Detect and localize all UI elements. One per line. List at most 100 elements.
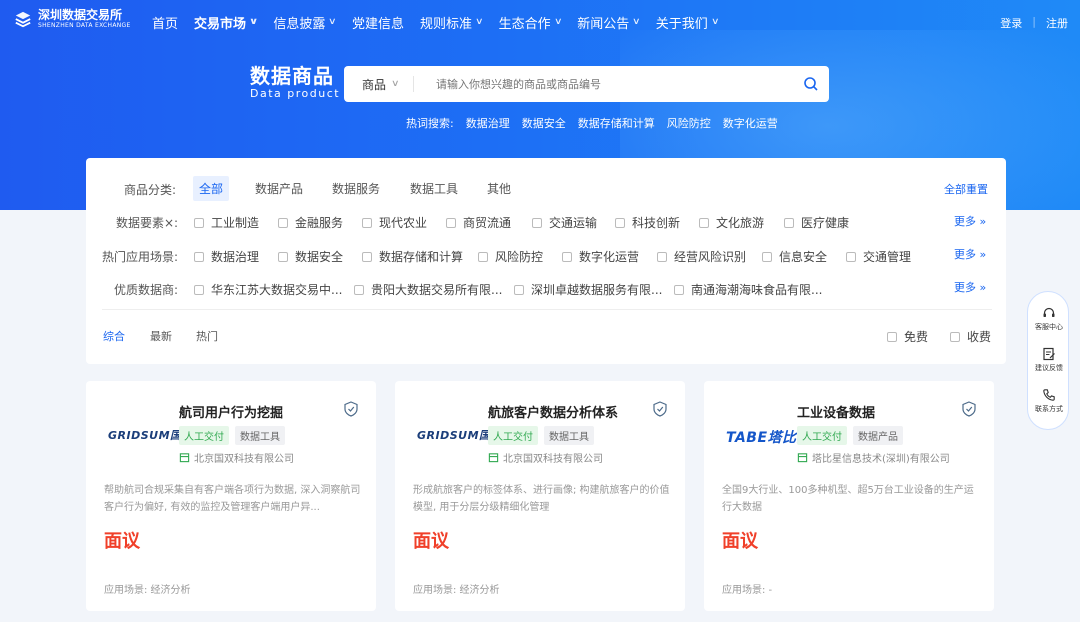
checkbox-box[interactable] xyxy=(950,331,960,342)
hot-word[interactable]: 数据治理 xyxy=(466,115,510,131)
company-info: 北京国双科技有限公司 xyxy=(488,450,603,465)
paid-checkbox[interactable]: 收费 xyxy=(950,328,991,345)
element-checkbox[interactable]: 金融服务 xyxy=(278,214,343,231)
checkbox-box[interactable] xyxy=(762,251,772,262)
element-checkbox[interactable]: 科技创新 xyxy=(615,214,680,231)
scenario-checkbox[interactable]: 数字化运营 xyxy=(562,248,639,265)
checkbox-box[interactable] xyxy=(478,251,488,262)
vendor-checkbox[interactable]: 南通海潮海味食品有限... xyxy=(674,281,822,298)
scenario-checkbox[interactable]: 交通管理 xyxy=(846,248,911,265)
checkbox-box[interactable] xyxy=(514,284,524,295)
nav-item-home[interactable]: 首页 xyxy=(152,13,178,32)
more-scenarios-button[interactable]: 更多 » xyxy=(954,246,986,262)
checkbox-box[interactable] xyxy=(194,217,204,228)
vendor-checkbox[interactable]: 华东江苏大数据交易中... xyxy=(194,281,342,298)
customer-service-button[interactable]: 客服中心 xyxy=(1028,306,1070,332)
nav-item-party[interactable]: 党建信息 xyxy=(352,13,404,32)
more-elements-button[interactable]: 更多 » xyxy=(954,213,986,229)
hot-word[interactable]: 数据安全 xyxy=(522,115,566,131)
login-link[interactable]: 登录 xyxy=(1000,15,1022,31)
filter-label-vendors: 优质数据商: xyxy=(114,283,179,297)
product-title[interactable]: 航旅客户数据分析体系 xyxy=(488,402,618,421)
nav-item-rules[interactable]: 规则标准 ∨ xyxy=(420,13,484,32)
product-card[interactable]: TABE塔比星 工业设备数据 人工交付 数据产品 塔比星信息技术(深圳)有限公司… xyxy=(704,381,994,611)
product-title[interactable]: 航司用户行为挖掘 xyxy=(179,402,283,421)
checkbox-box[interactable] xyxy=(562,251,572,262)
edit-note-icon xyxy=(1043,347,1055,361)
brand-name: 深圳数据交易所 xyxy=(38,8,123,22)
category-chip-all[interactable]: 全部 xyxy=(193,176,230,201)
side-toolbar: 客服中心 建议反馈 联系方式 xyxy=(1027,291,1069,430)
contact-button[interactable]: 联系方式 xyxy=(1028,388,1070,414)
nav-item-market[interactable]: 交易市场 ∨ xyxy=(194,13,258,32)
checkbox-box[interactable] xyxy=(784,217,794,228)
checkbox-box[interactable] xyxy=(615,217,625,228)
headset-icon xyxy=(1043,307,1055,317)
reset-all-button[interactable]: 全部重置 xyxy=(944,181,988,197)
scenario-checkbox[interactable]: 数据存储和计算 xyxy=(362,248,463,265)
register-link[interactable]: 注册 xyxy=(1046,15,1068,31)
category-chip[interactable]: 数据工具 xyxy=(404,176,464,201)
more-vendors-button[interactable]: 更多 » xyxy=(954,279,986,295)
nav-item-news[interactable]: 新闻公告 ∨ xyxy=(577,13,641,32)
product-card[interactable]: GRIDSUM国双 航司用户行为挖掘 人工交付 数据工具 北京国双科技有限公司 … xyxy=(86,381,376,611)
checkbox-box[interactable] xyxy=(887,331,897,342)
hot-word[interactable]: 数字化运营 xyxy=(723,115,778,131)
search-type-label: 商品 xyxy=(362,77,387,92)
search-input[interactable] xyxy=(436,77,803,91)
checkbox-box[interactable] xyxy=(699,217,709,228)
sort-latest[interactable]: 最新 xyxy=(150,328,172,344)
checkbox-box[interactable] xyxy=(278,217,288,228)
checkbox-box[interactable] xyxy=(532,217,542,228)
auth-links: 登录 | 注册 xyxy=(1000,15,1068,31)
company-name: 塔比星信息技术(深圳)有限公司 xyxy=(812,454,950,465)
checkbox-box[interactable] xyxy=(362,217,372,228)
element-checkbox[interactable]: 交通运输 xyxy=(532,214,597,231)
nav-item-disclosure[interactable]: 信息披露 ∨ xyxy=(273,13,337,32)
checkbox-box[interactable] xyxy=(846,251,856,262)
product-title[interactable]: 工业设备数据 xyxy=(797,402,875,421)
scenario-checkbox[interactable]: 数据安全 xyxy=(278,248,343,265)
scenario-checkbox[interactable]: 信息安全 xyxy=(762,248,827,265)
vendor-checkbox[interactable]: 深圳卓越数据服务有限... xyxy=(514,281,662,298)
checkbox-box[interactable] xyxy=(446,217,456,228)
checkbox-box[interactable] xyxy=(194,251,204,262)
element-checkbox[interactable]: 工业制造 xyxy=(194,214,259,231)
hot-word[interactable]: 数据存储和计算 xyxy=(578,115,655,131)
element-checkbox[interactable]: 现代农业 xyxy=(362,214,427,231)
category-chip[interactable]: 数据产品 xyxy=(249,176,309,201)
search-type-select[interactable]: 商品 ∨ xyxy=(344,76,414,92)
sort-popular[interactable]: 热门 xyxy=(196,328,218,344)
sort-comprehensive[interactable]: 综合 xyxy=(103,328,125,344)
filter-label-scenarios: 热门应用场景: xyxy=(102,250,179,264)
checkbox-box[interactable] xyxy=(657,251,667,262)
search-icon[interactable] xyxy=(803,76,819,92)
site-logo[interactable]: 深圳数据交易所 SHENZHEN DATA EXCHANGE xyxy=(14,9,131,30)
checkbox-box[interactable] xyxy=(278,251,288,262)
nav-item-about[interactable]: 关于我们 ∨ xyxy=(656,13,720,32)
hot-word[interactable]: 风险防控 xyxy=(667,115,711,131)
scenario-checkbox[interactable]: 经营风险识别 xyxy=(657,248,746,265)
hot-label: 热词搜索: xyxy=(406,117,454,130)
element-checkbox[interactable]: 医疗健康 xyxy=(784,214,849,231)
element-checkbox[interactable]: 文化旅游 xyxy=(699,214,764,231)
product-card[interactable]: GRIDSUM国双 航旅客户数据分析体系 人工交付 数据工具 北京国双科技有限公… xyxy=(395,381,685,611)
checkbox-box[interactable] xyxy=(674,284,684,295)
nav-item-ecosystem[interactable]: 生态合作 ∨ xyxy=(498,13,563,32)
element-checkbox[interactable]: 商贸流通 xyxy=(446,214,511,231)
category-chip[interactable]: 数据服务 xyxy=(326,176,386,201)
phone-icon xyxy=(1043,389,1055,401)
application-scene: 应用场景: - xyxy=(722,585,773,596)
checkbox-box[interactable] xyxy=(362,251,372,262)
company-info: 北京国双科技有限公司 xyxy=(179,450,294,465)
feedback-button[interactable]: 建议反馈 xyxy=(1028,347,1070,373)
scenario-checkbox[interactable]: 数据治理 xyxy=(194,248,259,265)
nav-label: 生态合作 xyxy=(498,16,551,32)
checkbox-box[interactable] xyxy=(354,284,364,295)
scenario-checkbox[interactable]: 风险防控 xyxy=(478,248,543,265)
page-title: 数据商品 Data product xyxy=(250,64,340,100)
vendor-checkbox[interactable]: 贵阳大数据交易所有限... xyxy=(354,281,502,298)
free-checkbox[interactable]: 免费 xyxy=(887,328,928,345)
checkbox-box[interactable] xyxy=(194,284,204,295)
category-chip[interactable]: 其他 xyxy=(481,176,517,201)
